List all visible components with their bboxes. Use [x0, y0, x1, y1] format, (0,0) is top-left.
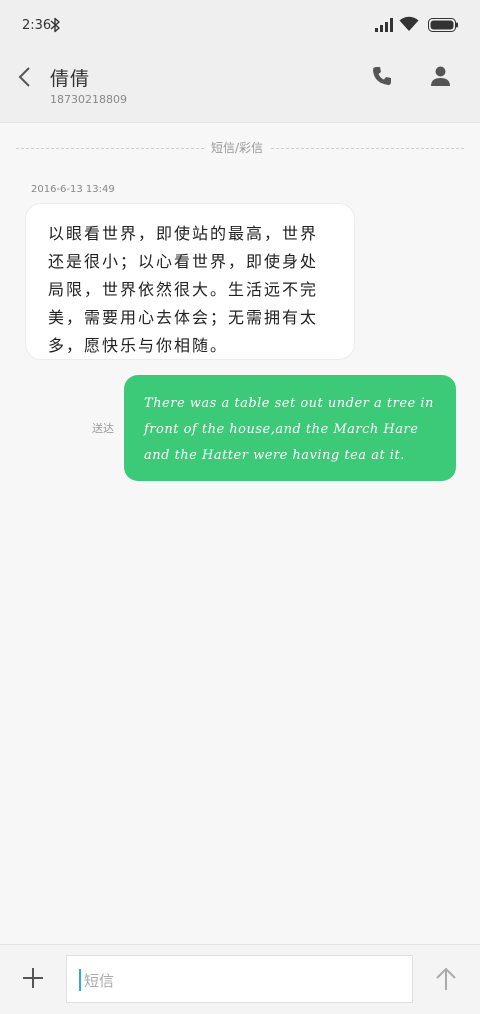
- message-input-placeholder: 短信: [84, 972, 115, 990]
- wifi-icon: [399, 16, 419, 31]
- battery-icon: [428, 18, 458, 32]
- person-icon[interactable]: [431, 66, 450, 86]
- sms-mms-divider-label: 短信/彩信: [205, 139, 270, 156]
- delivered-status: 送达: [92, 422, 114, 435]
- contact-name: 倩倩: [50, 68, 91, 90]
- conversation-header: 倩倩 18730218809: [0, 52, 480, 123]
- incoming-message-bubble[interactable]: 以眼看世界，即使站的最高，世界还是很小；以心看世界，即使身处局限，世界依然很大。…: [25, 203, 355, 360]
- plus-icon[interactable]: [22, 967, 44, 989]
- send-arrow-icon[interactable]: [435, 967, 457, 991]
- message-input[interactable]: 短信: [66, 955, 413, 1003]
- outgoing-message-bubble[interactable]: There was a table set out under a tree i…: [124, 375, 456, 481]
- composer-bar: 短信: [0, 944, 480, 1014]
- back-icon[interactable]: [16, 66, 34, 88]
- call-icon[interactable]: [372, 66, 392, 86]
- contact-number: 18730218809: [50, 93, 127, 106]
- text-cursor: [79, 969, 81, 991]
- message-timestamp: 2016-6-13 13:49: [31, 184, 115, 195]
- signal-icon: [375, 18, 393, 32]
- bluetooth-icon: [50, 17, 60, 33]
- status-time: 2:36: [22, 18, 52, 33]
- status-bar: 2:36: [0, 0, 480, 52]
